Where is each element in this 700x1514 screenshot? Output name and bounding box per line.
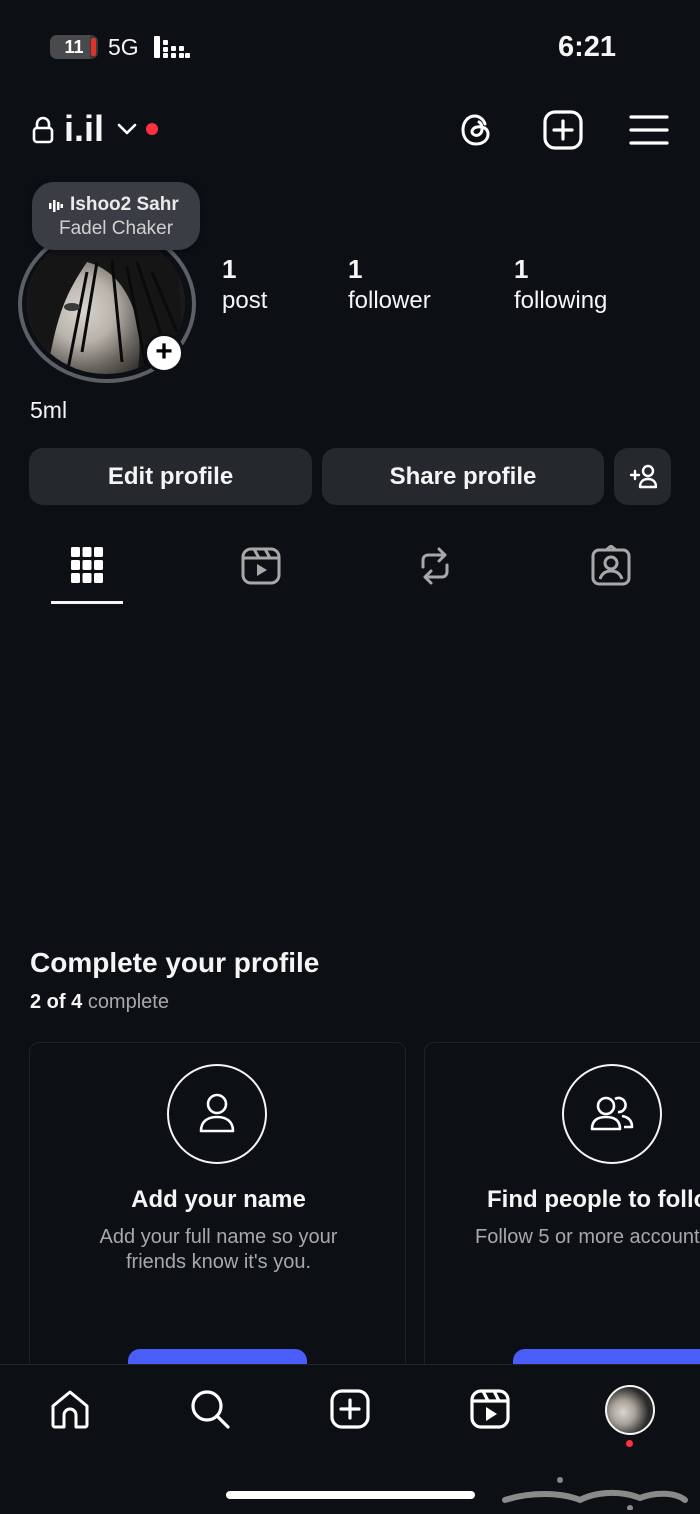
battery-indicator: 11 — [50, 35, 98, 59]
posts-stat[interactable]: 1 post — [222, 254, 267, 316]
reposts-icon — [421, 547, 449, 585]
create-icon[interactable] — [541, 108, 585, 152]
add-story-button[interactable]: + — [144, 333, 184, 373]
search-icon[interactable] — [188, 1387, 232, 1431]
card-icon-circle — [167, 1064, 267, 1164]
edit-profile-button[interactable]: Edit profile — [29, 448, 312, 505]
reels-icon[interactable] — [468, 1387, 512, 1431]
status-bar: 11 5G 6:21 — [0, 0, 700, 90]
tagged-icon — [591, 545, 631, 586]
lock-icon — [32, 116, 54, 144]
progress-suffix: complete — [87, 991, 169, 1013]
add-person-icon — [629, 464, 657, 489]
chevron-down-icon[interactable] — [117, 122, 137, 136]
card-description: Follow 5 or more accounts — [475, 1226, 700, 1248]
complete-profile-title: Complete your profile — [30, 947, 320, 978]
network-type: 5G — [108, 34, 139, 60]
share-profile-button[interactable]: Share profile — [322, 448, 604, 505]
add-name-card[interactable]: Add your name Add your full name so your… — [29, 1042, 406, 1382]
followers-stat[interactable]: 1 follower — [348, 254, 431, 316]
complete-profile-progress: 2 of 4 complete — [30, 990, 169, 1014]
note-song-title: Ishoo2 Sahr — [70, 194, 179, 215]
home-icon[interactable] — [48, 1387, 92, 1431]
following-count: 1 — [514, 254, 529, 284]
tab-reposts[interactable] — [410, 545, 460, 591]
posts-count: 1 — [222, 254, 237, 284]
posts-label: post — [222, 287, 268, 314]
tab-tagged[interactable] — [586, 545, 636, 591]
create-icon[interactable] — [328, 1387, 372, 1431]
notification-dot — [626, 1440, 633, 1447]
following-stat[interactable]: 1 following — [514, 254, 607, 316]
person-icon — [199, 1093, 235, 1133]
menu-icon[interactable] — [627, 108, 671, 152]
clock: 6:21 — [557, 31, 616, 63]
progress-count: 2 of 4 — [30, 991, 83, 1013]
audio-wave-icon — [49, 200, 63, 212]
username[interactable]: i.il — [64, 108, 104, 150]
card-description: Add your full name so your friends know … — [99, 1226, 338, 1273]
following-label: following — [514, 287, 608, 314]
signal-icon — [154, 36, 190, 58]
reels-icon — [241, 547, 281, 585]
tab-posts-grid[interactable] — [62, 545, 112, 591]
home-indicator[interactable] — [226, 1491, 475, 1499]
music-note-bubble[interactable]: Ishoo2 Sahr Fadel Chaker — [32, 182, 200, 250]
notification-dot — [146, 123, 158, 135]
battery-level: 11 — [64, 37, 84, 57]
card-title: Find people to follow — [487, 1186, 700, 1213]
threads-icon[interactable] — [455, 108, 499, 152]
grid-icon — [71, 547, 103, 583]
active-tab-indicator — [51, 601, 123, 604]
tab-reels[interactable] — [236, 545, 286, 591]
note-artist: Fadel Chaker — [58, 218, 174, 239]
card-icon-circle — [562, 1064, 662, 1164]
card-title: Add your name — [131, 1186, 306, 1213]
followers-label: follower — [348, 287, 431, 314]
discover-people-button[interactable] — [614, 448, 671, 505]
profile-avatar[interactable] — [605, 1385, 655, 1435]
find-people-card[interactable]: Find people to follow Follow 5 or more a… — [424, 1042, 700, 1382]
profile-header: i.il — [0, 100, 700, 160]
display-name: 5ml — [30, 397, 68, 423]
people-icon — [590, 1096, 634, 1131]
watermark-logo — [502, 1477, 688, 1510]
followers-count: 1 — [348, 254, 363, 284]
